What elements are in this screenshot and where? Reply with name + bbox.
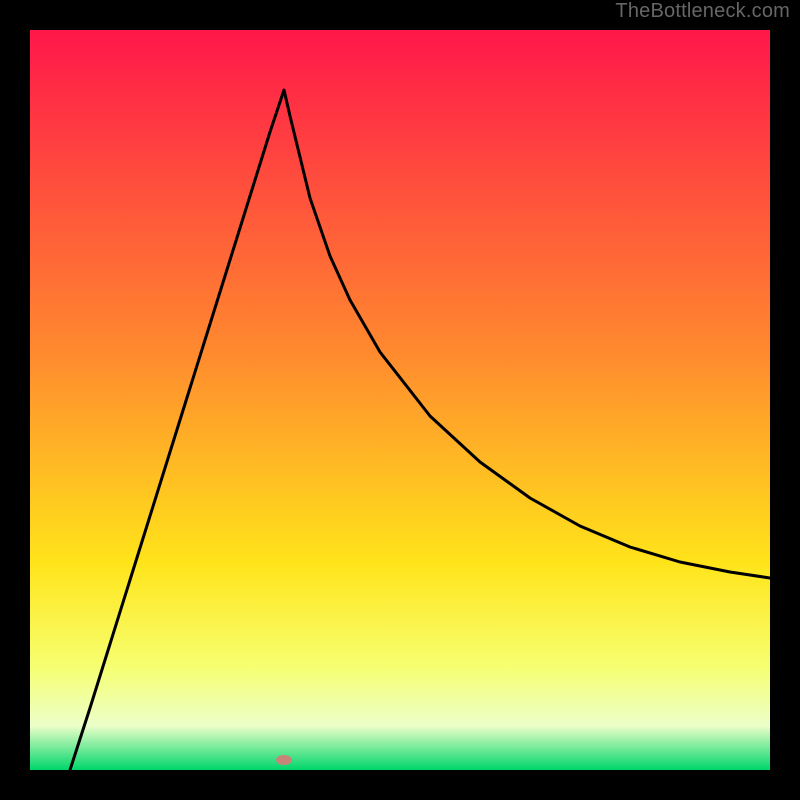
plot-frame: [30, 30, 770, 770]
attribution-text: TheBottleneck.com: [615, 0, 790, 23]
gradient-background: [30, 30, 770, 770]
optimum-marker-icon: [276, 755, 292, 765]
bottleneck-chart: [30, 30, 770, 770]
